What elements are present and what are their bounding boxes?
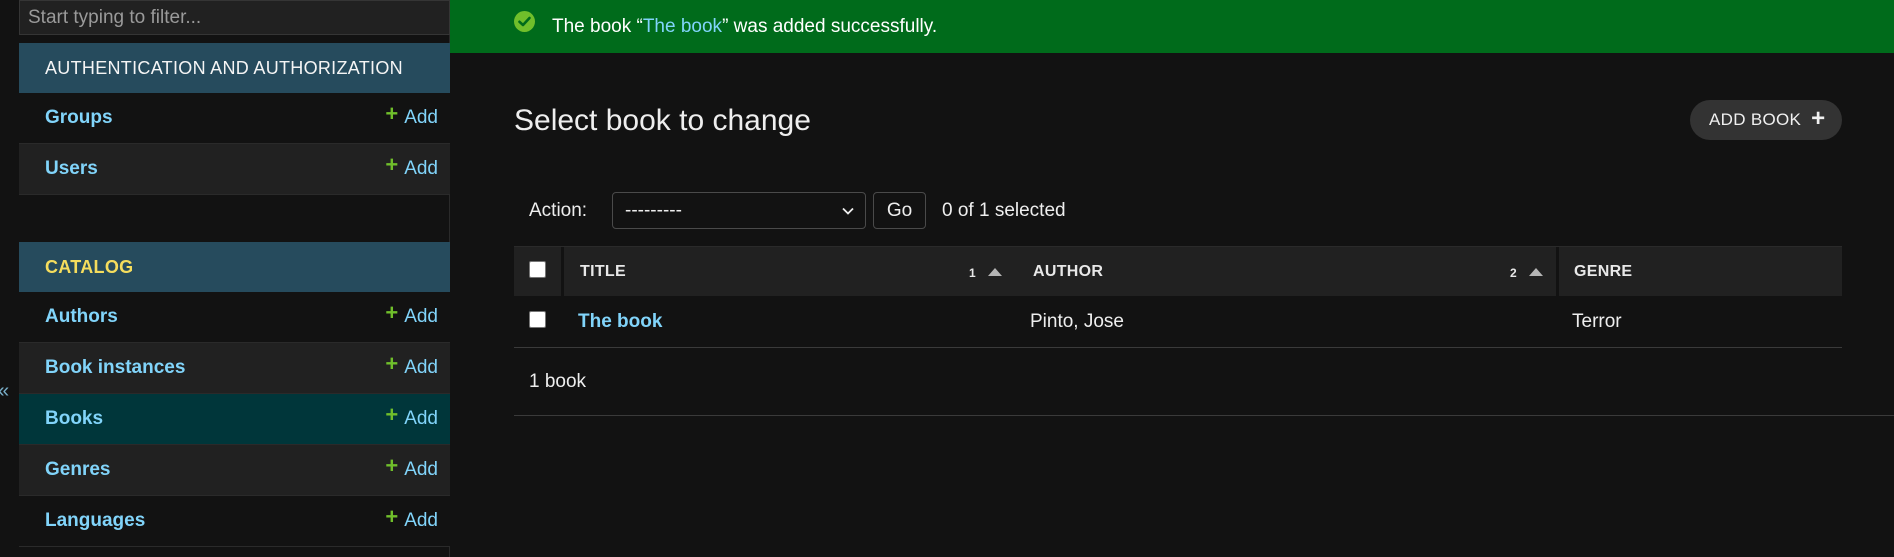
module-caption-catalog[interactable]: CATALOG (19, 242, 450, 292)
cell-genre: Terror (1572, 311, 1622, 332)
add-label: Add (404, 459, 438, 480)
plus-icon: + (1811, 104, 1826, 132)
sort-ascending-icon[interactable] (988, 268, 1002, 276)
sidebar-item-groups: Groups + Add (19, 93, 450, 144)
add-authors-link[interactable]: + Add (385, 300, 438, 328)
collapse-icon[interactable]: « (0, 381, 9, 401)
sort-ascending-icon[interactable] (1529, 268, 1543, 276)
plus-icon: + (385, 351, 399, 376)
add-label: Add (404, 408, 438, 429)
column-header-title[interactable]: TITLE 1 (564, 247, 1016, 297)
message-prefix: The book “ (552, 15, 643, 37)
nav-filter-input[interactable] (19, 0, 450, 35)
sidebar-item-authors: Authors + Add (19, 292, 450, 343)
add-label: Add (404, 107, 438, 128)
add-label: Add (404, 158, 438, 179)
added-book-link[interactable]: The book (643, 16, 722, 37)
sort-priority: 2 (1510, 266, 1517, 280)
cell-author: Pinto, Jose (1030, 311, 1124, 332)
add-groups-link[interactable]: + Add (385, 101, 438, 129)
column-header-author[interactable]: AUTHOR 2 (1017, 247, 1556, 297)
table-row: The book Pinto, Jose Terror (514, 296, 1842, 348)
message-suffix: ” was added successfully. (722, 15, 938, 37)
plus-icon: + (385, 453, 399, 478)
plus-icon: + (385, 504, 399, 529)
plus-icon: + (385, 402, 399, 427)
selection-counter: 0 of 1 selected (942, 200, 1066, 221)
add-book-label: ADD BOOK (1709, 110, 1802, 129)
action-select[interactable]: --------- (612, 192, 866, 229)
model-link-groups[interactable]: Groups (45, 107, 113, 129)
main-content: The book “The book” was added successful… (450, 0, 1894, 557)
column-label: TITLE (580, 263, 626, 280)
add-genres-link[interactable]: + Add (385, 453, 438, 481)
module-caption-auth[interactable]: AUTHENTICATION AND AUTHORIZATION (19, 43, 450, 93)
actions-bar: Action: --------- Go 0 of 1 selected (514, 192, 1842, 230)
table-header: TITLE 1 AUTHOR 2 GENRE (514, 246, 1842, 297)
column-label: AUTHOR (1033, 263, 1104, 280)
sidebar-item-genres: Genres + Add (19, 445, 450, 496)
result-list-table: TITLE 1 AUTHOR 2 GENRE The book Pinto, J… (514, 246, 1842, 348)
add-label: Add (404, 510, 438, 531)
success-message-text: The book “The book” was added successful… (552, 16, 937, 38)
add-languages-link[interactable]: + Add (385, 504, 438, 532)
success-check-icon (514, 11, 535, 32)
column-header-genre[interactable]: GENRE (1559, 247, 1842, 297)
book-title-link[interactable]: The book (578, 311, 662, 333)
chevron-down-icon (842, 207, 854, 215)
sidebar-collapse-toggle[interactable]: « (0, 0, 19, 557)
plus-icon: + (385, 101, 399, 126)
sidebar-item-book-instances: Book instances + Add (19, 343, 450, 394)
plus-icon: + (385, 300, 399, 325)
paginator: 1 book (514, 349, 1894, 416)
action-selected-value: --------- (625, 199, 682, 221)
model-link-languages[interactable]: Languages (45, 510, 145, 532)
sort-priority: 1 (969, 266, 976, 280)
go-button[interactable]: Go (873, 192, 926, 229)
action-label: Action: (529, 200, 588, 221)
add-book-instances-link[interactable]: + Add (385, 351, 438, 379)
page-title: Select book to change (514, 104, 811, 137)
column-label: GENRE (1574, 263, 1633, 280)
sidebar-item-books: Books + Add (19, 394, 450, 445)
plus-icon: + (385, 152, 399, 177)
model-link-users[interactable]: Users (45, 158, 98, 180)
model-link-authors[interactable]: Authors (45, 306, 118, 328)
model-link-book-instances[interactable]: Book instances (45, 357, 185, 379)
model-link-books[interactable]: Books (45, 408, 103, 430)
sidebar-nav: AUTHENTICATION AND AUTHORIZATION Groups … (19, 0, 450, 557)
add-books-link[interactable]: + Add (385, 402, 438, 430)
sidebar-item-languages: Languages + Add (19, 496, 450, 547)
add-users-link[interactable]: + Add (385, 152, 438, 180)
row-select-checkbox[interactable] (529, 311, 546, 328)
success-message: The book “The book” was added successful… (450, 0, 1894, 53)
model-link-genres[interactable]: Genres (45, 459, 110, 481)
cell-title: The book (578, 296, 662, 348)
add-label: Add (404, 306, 438, 327)
sidebar-item-users: Users + Add (19, 144, 450, 195)
add-label: Add (404, 357, 438, 378)
select-all-checkbox[interactable] (529, 261, 546, 278)
add-book-button[interactable]: ADD BOOK + (1690, 100, 1842, 140)
